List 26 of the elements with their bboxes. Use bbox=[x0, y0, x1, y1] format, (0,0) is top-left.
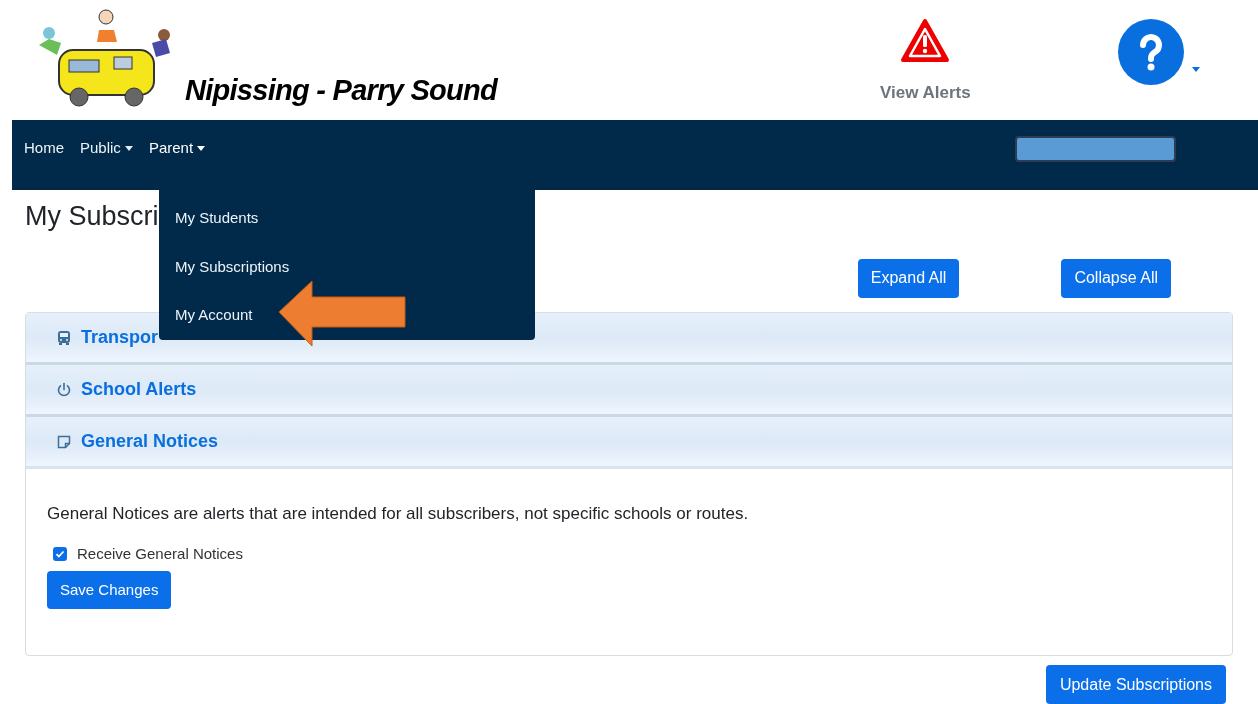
nav-item[interactable]: Public bbox=[80, 136, 133, 160]
caret-icon bbox=[124, 145, 133, 151]
bus-icon bbox=[56, 329, 72, 346]
save-changes-button[interactable]: Save Changes bbox=[47, 571, 172, 609]
power-icon bbox=[56, 381, 72, 398]
accordion-header[interactable]: General Notices bbox=[26, 417, 1232, 469]
note-icon bbox=[56, 433, 72, 450]
description-text: General Notices are alerts that are intended for all subscribers, not specific schools or routes. bbox=[47, 503, 750, 525]
menu-item[interactable]: My Subscriptions bbox=[175, 255, 290, 278]
accordion-header[interactable]: School Alerts bbox=[26, 365, 1232, 417]
checkbox-label: Receive General Notices bbox=[77, 543, 243, 564]
site-title: Nipissing - Parry Sound bbox=[185, 72, 498, 108]
update-subscriptions-button[interactable]: Update Subscriptions bbox=[1045, 665, 1226, 704]
view-alerts-link[interactable]: View Alerts bbox=[880, 80, 971, 106]
search-field[interactable] bbox=[1015, 136, 1176, 162]
warning-icon[interactable] bbox=[900, 18, 951, 64]
menu-item[interactable]: My Students bbox=[175, 207, 259, 230]
collapse-all-button[interactable]: Collapse All bbox=[1061, 258, 1171, 298]
nav-item[interactable]: Parent bbox=[148, 136, 206, 160]
expand-all-button[interactable]: Expand All bbox=[857, 258, 960, 298]
caret-icon bbox=[197, 145, 206, 151]
caret-icon[interactable] bbox=[1192, 67, 1200, 72]
checkbox[interactable] bbox=[53, 546, 67, 561]
page-title: My Subscri bbox=[25, 199, 159, 233]
checkmark-icon bbox=[55, 548, 65, 559]
nav-item[interactable]: Home bbox=[24, 136, 64, 160]
